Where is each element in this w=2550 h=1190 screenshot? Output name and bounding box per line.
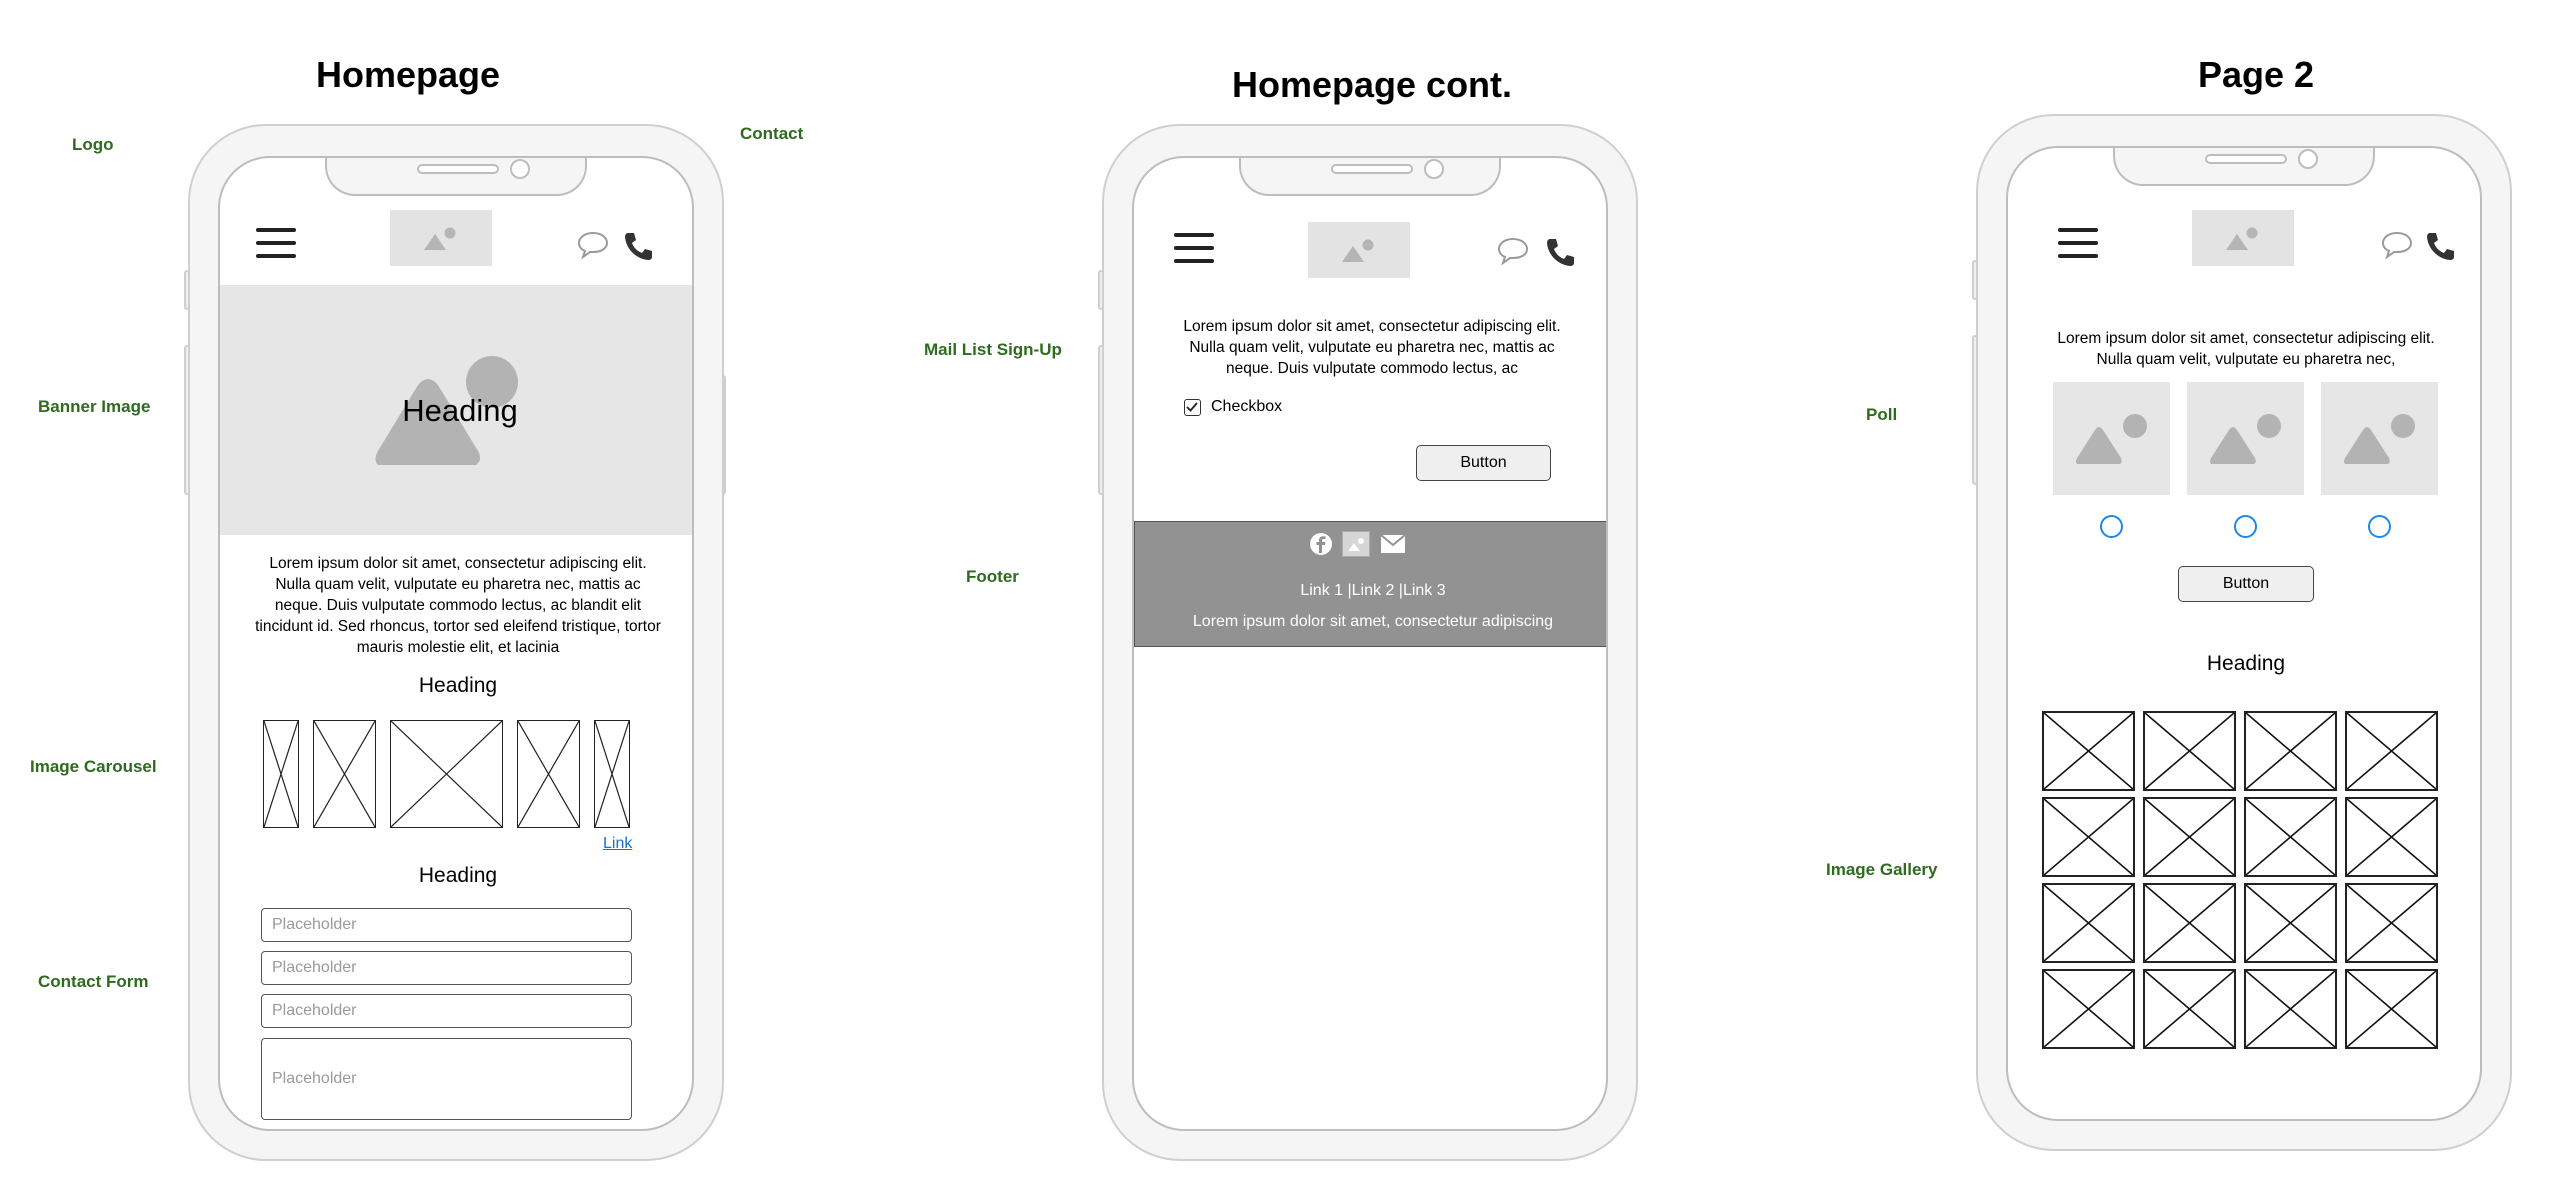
footer-text: Lorem ipsum dolor sit amet, consectetur … [1192,613,1554,630]
title-homepage-cont: Homepage cont. [1232,64,1513,105]
banner-heading: Heading [402,393,518,428]
gallery-image[interactable] [2345,797,2438,877]
hamburger-menu-icon[interactable] [1174,233,1214,263]
annotation-footer: Footer [966,567,1019,586]
image-placeholder-icon [2344,414,2415,464]
footer: Link 1 |Link 2 |Link 3 Lorem ipsum dolor… [1134,521,1606,647]
banner-image: Heading [220,285,692,535]
annotation-logo: Logo [72,135,114,154]
image-icon[interactable] [1342,531,1370,557]
gallery-image[interactable] [2345,711,2438,791]
gallery-image[interactable] [2244,883,2337,963]
annotation-contact: Contact [740,124,804,143]
speaker [417,164,499,174]
poll-option-image[interactable] [2053,382,2170,495]
phone-notch [2113,148,2375,186]
carousel-image[interactable] [313,720,376,828]
hamburger-menu-icon[interactable] [256,228,296,258]
facebook-icon[interactable] [1309,532,1333,556]
speaker [1331,164,1413,174]
chat-bubble-icon[interactable] [2380,230,2414,260]
gallery-image[interactable] [2143,883,2236,963]
gallery-image[interactable] [2345,969,2438,1049]
phone-notch [1239,158,1501,196]
title-homepage: Homepage [316,54,501,95]
poll-radio[interactable] [2368,515,2391,538]
hamburger-menu-icon[interactable] [2058,228,2098,258]
phone-screen: Heading Lorem ipsum dolor sit amet, cons… [218,156,694,1131]
camera [510,159,530,179]
image-gallery [2042,711,2438,1051]
carousel-link[interactable]: Link [603,835,632,853]
checkbox-label: Checkbox [1211,398,1283,415]
gallery-heading: Heading [2206,652,2286,675]
gallery-image[interactable] [2244,797,2337,877]
camera [1424,159,1444,179]
gallery-image[interactable] [2042,883,2135,963]
gallery-image[interactable] [2042,797,2135,877]
image-placeholder-icon [1342,239,1374,262]
annotation-poll: Poll [1866,405,1898,424]
carousel-image[interactable] [263,720,299,828]
gallery-image[interactable] [2143,711,2236,791]
phone-icon[interactable] [1544,236,1576,268]
gallery-image[interactable] [2345,883,2438,963]
gallery-image[interactable] [2244,711,2337,791]
speaker [2205,154,2287,164]
poll-option-image[interactable] [2187,382,2304,495]
footer-links[interactable]: Link 1 |Link 2 |Link 3 [1135,582,1606,600]
gallery-image[interactable] [2143,969,2236,1049]
image-placeholder-icon [2210,414,2281,464]
form-heading: Heading [418,864,498,887]
message-textarea[interactable]: Placeholder [261,1038,632,1120]
image-placeholder-icon [2226,227,2258,250]
poll-option-image[interactable] [2321,382,2438,495]
poll-radio[interactable] [2100,515,2123,538]
title-page2: Page 2 [2198,54,2315,95]
camera [2298,149,2318,169]
carousel-image[interactable] [594,720,630,828]
annotation-banner-image: Banner Image [38,397,151,416]
phone-notch [325,158,587,196]
text-input[interactable]: Placeholder [261,951,632,985]
text-input[interactable]: Placeholder [261,994,632,1028]
poll-text: Lorem ipsum dolor sit amet, consectetur … [2057,330,2435,368]
mail-list-text: Lorem ipsum dolor sit amet, consectetur … [1183,318,1561,377]
poll-radio[interactable] [2234,515,2257,538]
gallery-image[interactable] [2143,797,2236,877]
logo-placeholder[interactable] [390,210,492,266]
gallery-image[interactable] [2042,711,2135,791]
annotation-mail-list: Mail List Sign-Up [924,340,1062,359]
signup-button[interactable]: Button [1416,445,1551,481]
annotation-contact-form: Contact Form [38,972,149,991]
logo-placeholder[interactable] [1308,222,1410,278]
phone-icon[interactable] [622,230,654,262]
poll-submit-button[interactable]: Button [2178,566,2314,602]
logo-placeholder[interactable] [2192,210,2294,266]
phone-icon[interactable] [2424,230,2456,262]
annotation-image-carousel: Image Carousel [30,757,157,776]
phone-screen: Lorem ipsum dolor sit amet, consectetur … [1132,156,1608,1131]
chat-bubble-icon[interactable] [1496,236,1530,266]
phone-screen: Lorem ipsum dolor sit amet, consectetur … [2006,146,2482,1121]
carousel-image[interactable] [390,720,503,828]
carousel-heading: Heading [418,674,498,697]
image-placeholder-icon [424,227,456,250]
gallery-image[interactable] [2244,969,2337,1049]
chat-bubble-icon[interactable] [576,230,610,260]
gallery-image[interactable] [2042,969,2135,1049]
annotation-image-gallery: Image Gallery [1826,860,1938,879]
carousel-image[interactable] [517,720,580,828]
image-placeholder-icon [2076,414,2147,464]
text-input[interactable]: Placeholder [261,908,632,942]
checkbox[interactable] [1184,399,1201,416]
mail-icon[interactable] [1380,534,1406,554]
body-text: Lorem ipsum dolor sit amet, consectetur … [255,555,661,656]
